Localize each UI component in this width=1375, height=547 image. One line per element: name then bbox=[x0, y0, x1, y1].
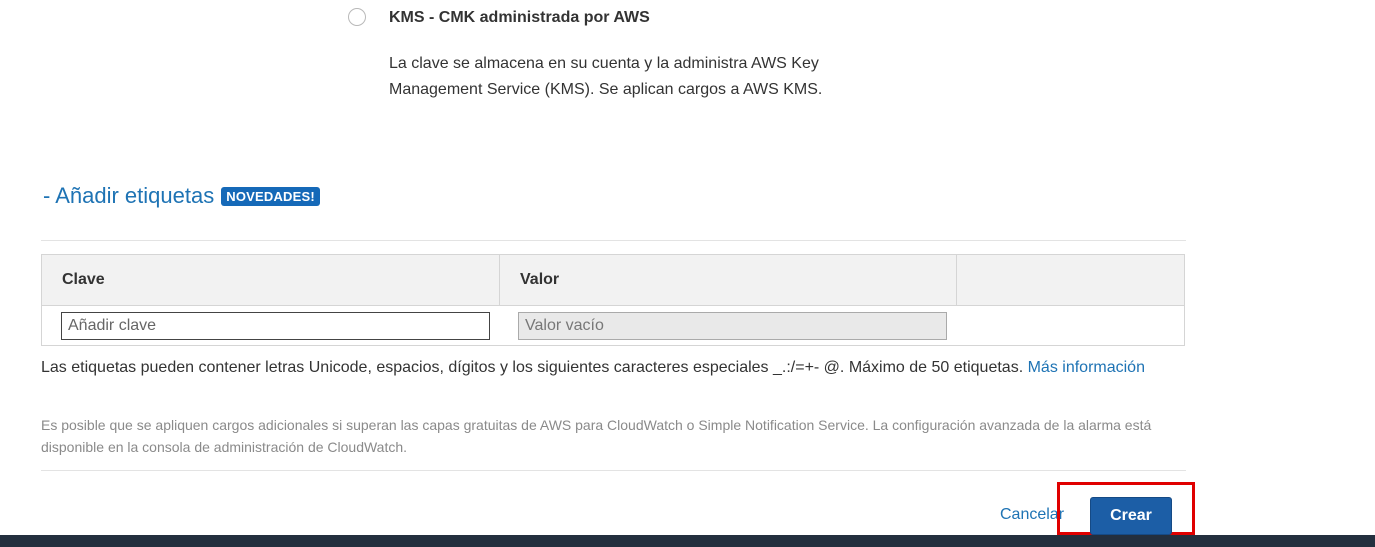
column-header-value: Valor bbox=[500, 255, 957, 305]
tags-help-text: Las etiquetas pueden contener letras Uni… bbox=[41, 357, 1181, 379]
footer-bar bbox=[0, 535, 1375, 547]
divider bbox=[41, 470, 1186, 471]
tags-table: Clave Valor bbox=[41, 254, 1185, 346]
tags-table-header: Clave Valor bbox=[42, 255, 1184, 306]
tags-section-header: - Añadir etiquetas NOVEDADES! bbox=[43, 183, 320, 209]
kms-option-title: KMS - CMK administrada por AWS bbox=[389, 9, 650, 26]
more-info-link[interactable]: Más información bbox=[1028, 359, 1145, 376]
divider bbox=[41, 240, 1186, 241]
charges-note: Es posible que se apliquen cargos adicio… bbox=[41, 417, 1152, 455]
create-form-page: KMS - CMK administrada por AWS La clave … bbox=[0, 0, 1375, 547]
create-button[interactable]: Crear bbox=[1090, 497, 1172, 535]
kms-option-description: La clave se almacena en su cuenta y la a… bbox=[389, 55, 823, 98]
table-row bbox=[42, 306, 1184, 345]
column-header-actions bbox=[957, 255, 1184, 305]
kms-radio-button[interactable] bbox=[348, 8, 366, 26]
tags-help-description: Las etiquetas pueden contener letras Uni… bbox=[41, 359, 1024, 376]
new-badge: NOVEDADES! bbox=[221, 186, 320, 206]
tag-value-input[interactable] bbox=[518, 312, 947, 340]
column-header-key: Clave bbox=[42, 255, 500, 305]
tag-key-input[interactable] bbox=[61, 312, 490, 340]
add-tags-toggle[interactable]: - Añadir etiquetas bbox=[43, 183, 214, 209]
cancel-button[interactable]: Cancelar bbox=[1000, 506, 1064, 524]
